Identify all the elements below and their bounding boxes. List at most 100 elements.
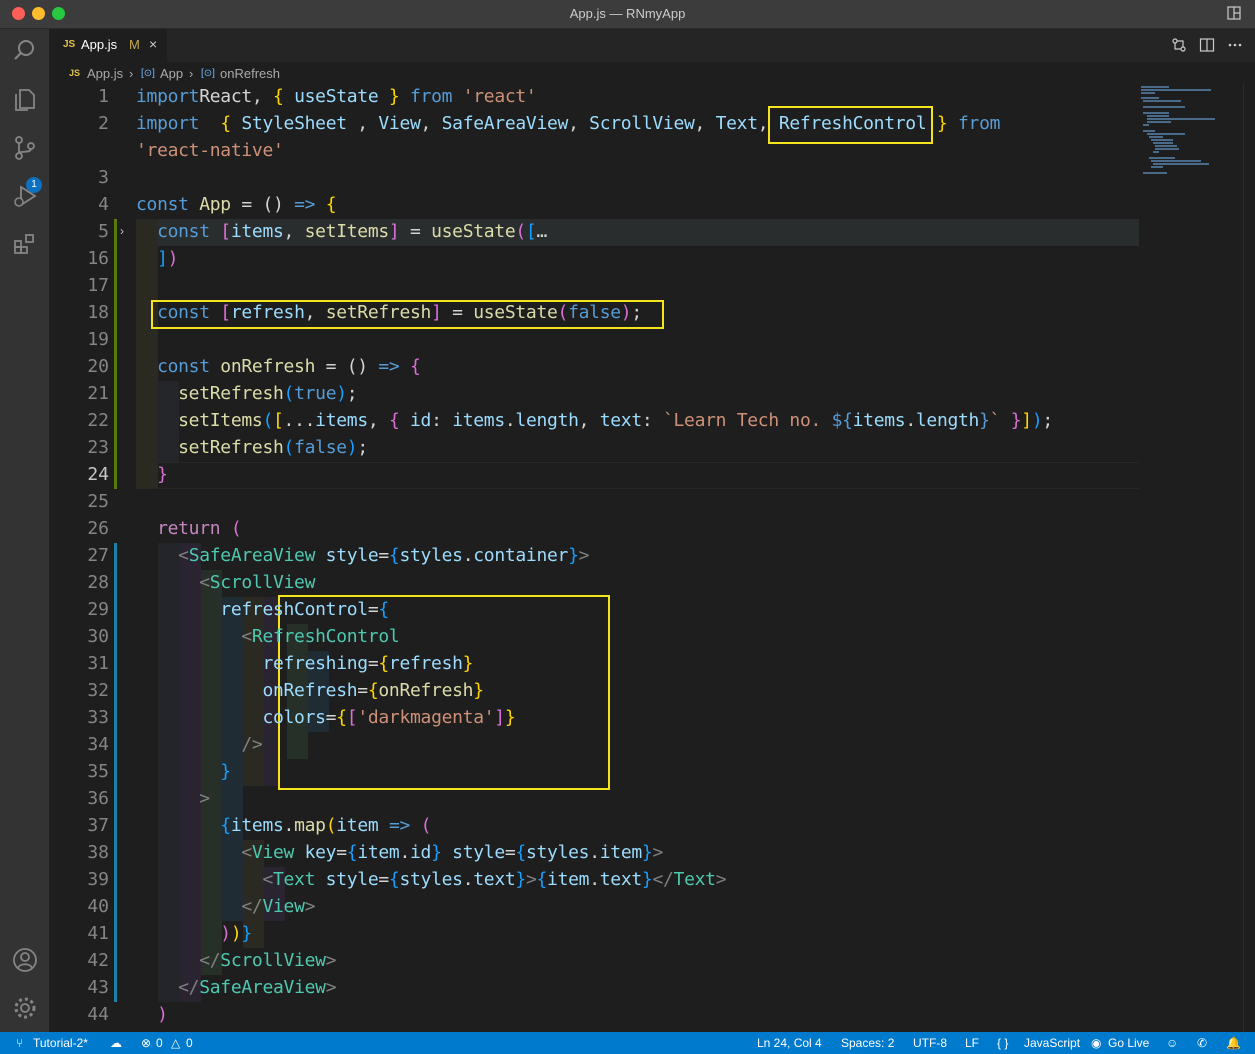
code-line[interactable]: const onRefresh = () => { bbox=[136, 356, 421, 377]
account-icon[interactable] bbox=[12, 947, 38, 973]
language-mode[interactable]: JavaScript bbox=[1024, 1036, 1080, 1050]
feedback-icon[interactable]: ✆ bbox=[1197, 1036, 1207, 1050]
code-line[interactable]: </ScrollView> bbox=[136, 950, 336, 971]
code-line[interactable]: {items.map(item => ( bbox=[136, 815, 431, 836]
code-line[interactable]: > bbox=[136, 788, 210, 809]
more-actions-icon[interactable] bbox=[1227, 37, 1243, 53]
code-line[interactable]: refreshControl={ bbox=[136, 599, 389, 620]
warning-count[interactable]: 0 bbox=[186, 1036, 193, 1050]
breadcrumb-file[interactable]: App.js bbox=[87, 66, 123, 81]
code-line[interactable]: </View> bbox=[136, 896, 315, 917]
code-line[interactable]: /> bbox=[136, 734, 262, 755]
code-line[interactable]: ) bbox=[136, 1004, 168, 1025]
code-token: , bbox=[578, 410, 600, 431]
code-token: . bbox=[905, 410, 916, 431]
code-token: , bbox=[346, 113, 379, 134]
code-line[interactable]: const [refresh, setRefresh] = useState(f… bbox=[136, 302, 642, 323]
code-token: item bbox=[547, 869, 590, 890]
code-line[interactable]: <SafeAreaView style={styles.container}> bbox=[136, 545, 589, 566]
error-count[interactable]: 0 bbox=[156, 1036, 163, 1050]
code-token: } bbox=[462, 653, 474, 674]
code-line[interactable]: setRefresh(true); bbox=[136, 383, 357, 404]
code-line[interactable]: setRefresh(false); bbox=[136, 437, 368, 458]
code-line[interactable]: ]) bbox=[136, 248, 178, 269]
line-number: 29 bbox=[87, 599, 109, 620]
code-line[interactable]: 'react-native' bbox=[136, 140, 284, 161]
code-token: } bbox=[979, 410, 990, 431]
code-token: } bbox=[641, 869, 653, 890]
settings-gear-icon[interactable] bbox=[12, 995, 38, 1021]
language-braces-icon: { } bbox=[997, 1036, 1009, 1050]
copilot-icon[interactable]: ☺ bbox=[1166, 1036, 1178, 1050]
code-token: ] bbox=[431, 302, 442, 323]
code-line[interactable]: ))} bbox=[136, 923, 252, 944]
code-line[interactable]: return ( bbox=[136, 518, 242, 539]
extensions-icon[interactable] bbox=[12, 231, 38, 257]
code-line[interactable]: refreshing={refresh} bbox=[136, 653, 473, 674]
code-token: : bbox=[431, 410, 453, 431]
line-number: 31 bbox=[87, 653, 109, 674]
run-debug-icon[interactable] bbox=[12, 183, 38, 209]
git-branch[interactable]: Tutorial-2* bbox=[33, 1036, 88, 1050]
code-token: 'react' bbox=[462, 86, 537, 107]
notifications-bell-icon[interactable]: 🔔 bbox=[1226, 1036, 1241, 1050]
cursor-position[interactable]: Ln 24, Col 4 bbox=[757, 1036, 822, 1050]
code-line[interactable]: } bbox=[136, 464, 168, 485]
code-line[interactable]: <RefreshControl bbox=[136, 626, 399, 647]
code-editor[interactable]: › 1 importReact, { useState } from 'react… bbox=[49, 84, 1255, 1032]
source-control-icon[interactable] bbox=[12, 135, 38, 161]
fold-chevron-icon[interactable]: › bbox=[120, 224, 124, 238]
code-token: . bbox=[462, 869, 474, 890]
code-line[interactable]: const [items, setItems] = useState([… bbox=[136, 221, 547, 242]
close-tab-icon[interactable]: × bbox=[149, 36, 157, 52]
code-token: text bbox=[599, 869, 642, 890]
tab-app-js[interactable]: JS App.js M × bbox=[49, 29, 167, 62]
code-line[interactable]: </SafeAreaView> bbox=[136, 977, 336, 998]
code-line[interactable]: <Text style={styles.text}>{item.text}</T… bbox=[136, 869, 726, 890]
code-line[interactable]: const App = () => { bbox=[136, 194, 337, 215]
indentation[interactable]: Spaces: 2 bbox=[841, 1036, 894, 1050]
code-line[interactable]: onRefresh={onRefresh} bbox=[136, 680, 484, 701]
code-token: ( bbox=[220, 518, 242, 539]
code-line[interactable]: import { StyleSheet , View, SafeAreaView… bbox=[136, 113, 1000, 134]
code-token: { bbox=[399, 356, 421, 377]
layout-icon[interactable] bbox=[1227, 6, 1241, 20]
code-line[interactable]: <ScrollView bbox=[136, 572, 315, 593]
code-token: ` bbox=[989, 410, 1001, 431]
file-encoding[interactable]: UTF-8 bbox=[913, 1036, 947, 1050]
code-line[interactable]: <View key={item.id} style={styles.item}> bbox=[136, 842, 663, 863]
breadcrumb-symbol-app[interactable]: App bbox=[160, 66, 183, 81]
code-token: items bbox=[315, 410, 368, 431]
code-token: </ bbox=[136, 950, 221, 971]
code-token: ${ bbox=[831, 410, 853, 431]
code-line[interactable]: } bbox=[136, 761, 231, 782]
minimap[interactable] bbox=[1139, 84, 1249, 184]
end-of-line[interactable]: LF bbox=[965, 1036, 979, 1050]
split-editor-icon[interactable] bbox=[1199, 37, 1215, 53]
code-line[interactable]: colors={['darkmagenta']} bbox=[136, 707, 515, 728]
go-live-button[interactable]: Go Live bbox=[1108, 1036, 1149, 1050]
sync-icon[interactable]: ☁ bbox=[110, 1036, 122, 1050]
line-number: 26 bbox=[87, 518, 109, 539]
code-token: </ bbox=[136, 896, 263, 917]
code-token: } bbox=[504, 707, 516, 728]
code-line[interactable]: importReact, { useState } from 'react' bbox=[136, 86, 537, 107]
files-icon[interactable] bbox=[12, 87, 38, 113]
symbol-variable-icon: [⊙] bbox=[201, 68, 215, 79]
code-line[interactable]: setItems([...items, { id: items.length, … bbox=[136, 410, 1053, 431]
code-token: = bbox=[367, 653, 379, 674]
tab-label: App.js bbox=[81, 37, 118, 52]
code-token: item bbox=[357, 842, 400, 863]
code-token: } bbox=[926, 113, 948, 134]
code-token: = () bbox=[230, 194, 295, 215]
search-icon[interactable] bbox=[12, 37, 38, 63]
code-token: { bbox=[388, 869, 400, 890]
code-token: 'darkmagenta' bbox=[357, 707, 495, 728]
breadcrumb-symbol-onrefresh[interactable]: onRefresh bbox=[220, 66, 280, 81]
vertical-scrollbar[interactable] bbox=[1243, 84, 1255, 1032]
open-changes-icon[interactable] bbox=[1171, 37, 1187, 53]
code-token: . bbox=[399, 842, 411, 863]
title-bar: App.js — RNmyApp bbox=[0, 0, 1255, 29]
code-token: } bbox=[136, 464, 168, 485]
code-token: : bbox=[641, 410, 663, 431]
